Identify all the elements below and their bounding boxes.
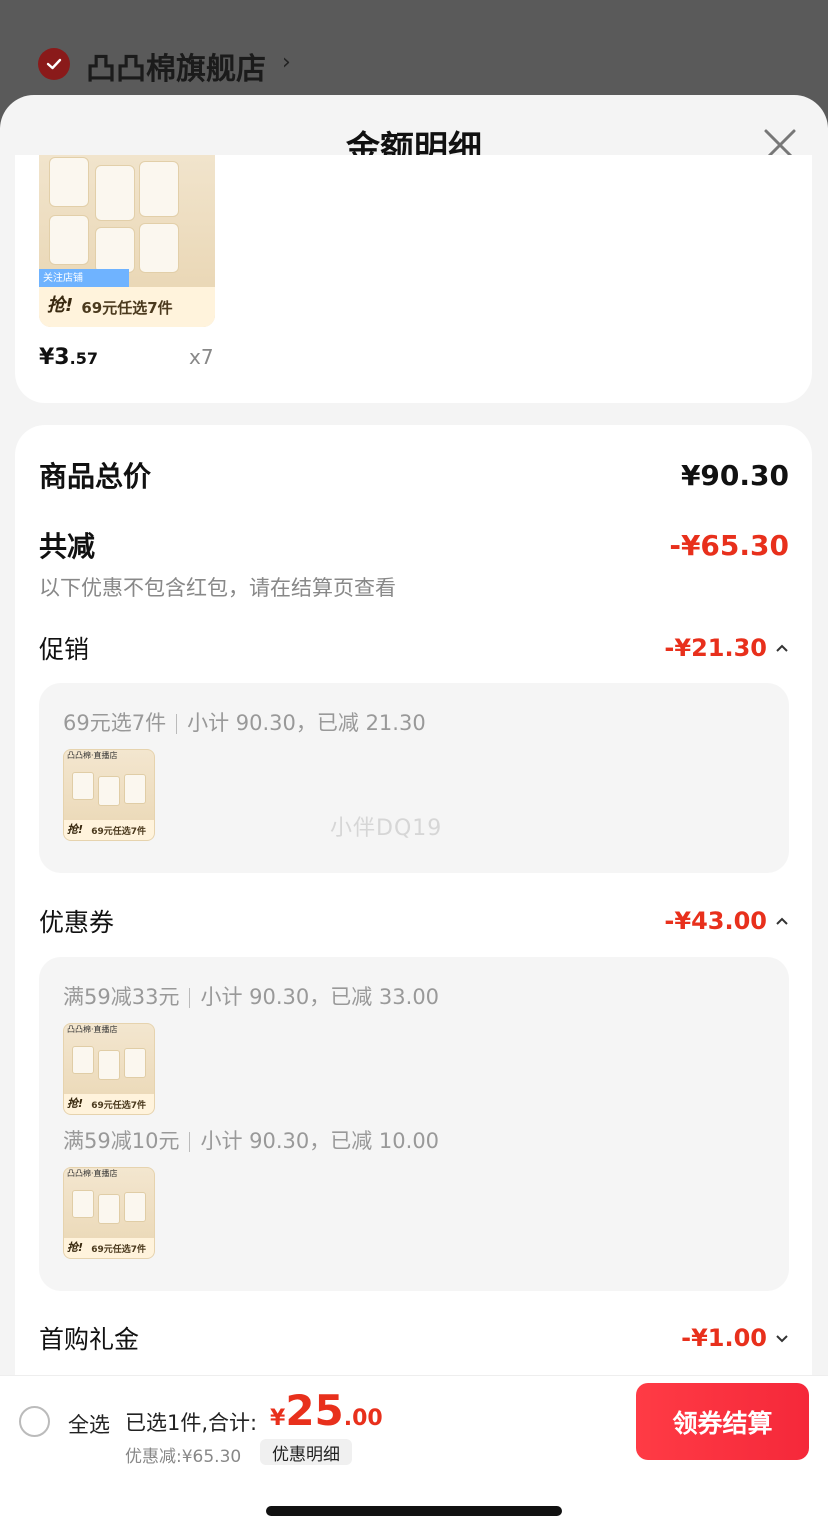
price-int: ¥3 [39, 345, 70, 370]
total-amount: ¥25.00 [270, 1386, 383, 1435]
thumb-box [98, 776, 120, 806]
follow-store-tag: 关注店铺 [39, 269, 129, 287]
coupon-rule: 满59减10元 [63, 1129, 180, 1153]
first-gift-row[interactable]: 首购礼金 -¥1.00 [39, 1320, 789, 1356]
first-gift-value-wrap: -¥1.00 [681, 1324, 789, 1352]
divider [189, 988, 191, 1008]
check-icon [46, 58, 62, 70]
thumb-grab: 抢! [67, 1097, 84, 1110]
thumb-box [98, 1194, 120, 1224]
thumb-box [72, 772, 94, 800]
price-detail-card: 商品总价 ¥90.30 共减 -¥65.30 以下优惠不包含红包，请在结算页查看… [15, 425, 812, 1532]
thumb-box [124, 1048, 146, 1078]
amount-detail-sheet: 金额明细 关注店铺 69元任选7件 抢! ¥3.57 x7 商品总价 ¥90.3… [0, 95, 828, 1532]
promotion-value-wrap: -¥21.30 [664, 634, 789, 662]
watermark: 小伴DQ19 [330, 816, 443, 841]
chevron-right-icon[interactable]: › [282, 50, 291, 75]
product-box [139, 223, 179, 273]
coupon-row[interactable]: 优惠券 -¥43.00 [39, 903, 789, 939]
thumb-grab: 抢! [67, 823, 84, 836]
product-image[interactable]: 关注店铺 69元任选7件 抢! [39, 155, 215, 327]
coupon-line: 满59减33元 小计 90.30，已减 33.00 [63, 981, 439, 1011]
promotion-rule: 69元选7件 [63, 711, 167, 735]
promotion-row[interactable]: 促销 -¥21.30 [39, 630, 789, 666]
product-box [95, 227, 135, 273]
product-thumbnail[interactable]: 凸凸棉·直播店 69元任选7件 抢! [63, 749, 155, 841]
total-label: 商品总价 [39, 460, 152, 493]
thumb-box [124, 1192, 146, 1222]
first-gift-value: -¥1.00 [681, 1324, 767, 1352]
product-thumbnail[interactable]: 凸凸棉·直播店 69元任选7件 抢! [63, 1023, 155, 1115]
thumb-box [98, 1050, 120, 1080]
product-card: 关注店铺 69元任选7件 抢! ¥3.57 x7 [15, 155, 812, 403]
product-price: ¥3.57 [39, 345, 98, 370]
coupon-subtotal: 小计 90.30，已减 33.00 [200, 985, 440, 1009]
product-box [49, 215, 89, 265]
total-int: 25 [285, 1386, 344, 1435]
promotion-line: 69元选7件 小计 90.30，已减 21.30 [63, 707, 426, 737]
checkout-button[interactable]: 领券结算 [636, 1383, 809, 1460]
product-box [49, 157, 89, 207]
product-box [139, 161, 179, 217]
thumb-header: 凸凸棉·直播店 [67, 1169, 118, 1178]
coupon-label: 优惠券 [39, 908, 115, 937]
chevron-up-icon[interactable] [775, 643, 789, 653]
divider [189, 1132, 191, 1152]
promotion-value: -¥21.30 [664, 634, 767, 662]
checkout-bar: 全选 已选1件,合计: ¥25.00 优惠减:¥65.30 优惠明细 领券结算 [0, 1375, 828, 1532]
first-gift-label: 首购礼金 [39, 1325, 140, 1354]
discount-text: 优惠减:¥65.30 [125, 1447, 242, 1467]
discount-detail-button[interactable]: 优惠明细 [260, 1439, 352, 1465]
total-value: ¥90.30 [680, 458, 789, 492]
price-dec: .57 [69, 349, 98, 368]
thumb-header: 凸凸棉·直播店 [67, 1025, 118, 1034]
promotion-subtotal: 小计 90.30，已减 21.30 [187, 711, 426, 735]
reduce-label: 共减 [39, 530, 96, 563]
coupon-line: 满59减10元 小计 90.30，已减 10.00 [63, 1125, 439, 1155]
chevron-down-icon[interactable] [775, 1333, 789, 1343]
product-thumbnail[interactable]: 凸凸棉·直播店 69元任选7件 抢! [63, 1167, 155, 1259]
coupon-subtotal: 小计 90.30，已减 10.00 [200, 1129, 440, 1153]
select-all-radio[interactable] [19, 1406, 50, 1437]
coupon-value-wrap: -¥43.00 [664, 907, 789, 935]
product-box [95, 165, 135, 221]
reduce-row: 共减 -¥65.30 [39, 525, 789, 565]
store-name[interactable]: 凸凸棉旗舰店 [86, 44, 266, 88]
selected-count: 已选1件,合计: [125, 1411, 258, 1435]
coupon-panel: 满59减33元 小计 90.30，已减 33.00 凸凸棉·直播店 69元任选7件… [39, 957, 789, 1291]
select-all-label[interactable]: 全选 [68, 1409, 110, 1439]
thumb-header: 凸凸棉·直播店 [67, 751, 118, 760]
reduce-value: -¥65.30 [669, 528, 789, 562]
promotion-panel: 69元选7件 小计 90.30，已减 21.30 凸凸棉·直播店 69元任选7件 … [39, 683, 789, 873]
divider [176, 714, 178, 734]
product-qty: x7 [189, 345, 214, 369]
promotion-label: 促销 [39, 635, 90, 664]
total-row: 商品总价 ¥90.30 [39, 455, 789, 495]
thumb-box [72, 1046, 94, 1074]
grab-label: 抢! [47, 295, 74, 316]
thumb-box [124, 774, 146, 804]
coupon-value: -¥43.00 [664, 907, 767, 935]
coupon-rule: 满59减33元 [63, 985, 180, 1009]
total-dec: .00 [343, 1406, 383, 1431]
store-checkbox[interactable] [38, 48, 70, 80]
thumb-box [72, 1190, 94, 1218]
hint-text: 以下优惠不包含红包，请在结算页查看 [39, 576, 396, 600]
chevron-up-icon[interactable] [775, 916, 789, 926]
home-indicator[interactable] [266, 1506, 562, 1516]
thumb-grab: 抢! [67, 1241, 84, 1254]
total-currency: ¥ [270, 1406, 286, 1431]
